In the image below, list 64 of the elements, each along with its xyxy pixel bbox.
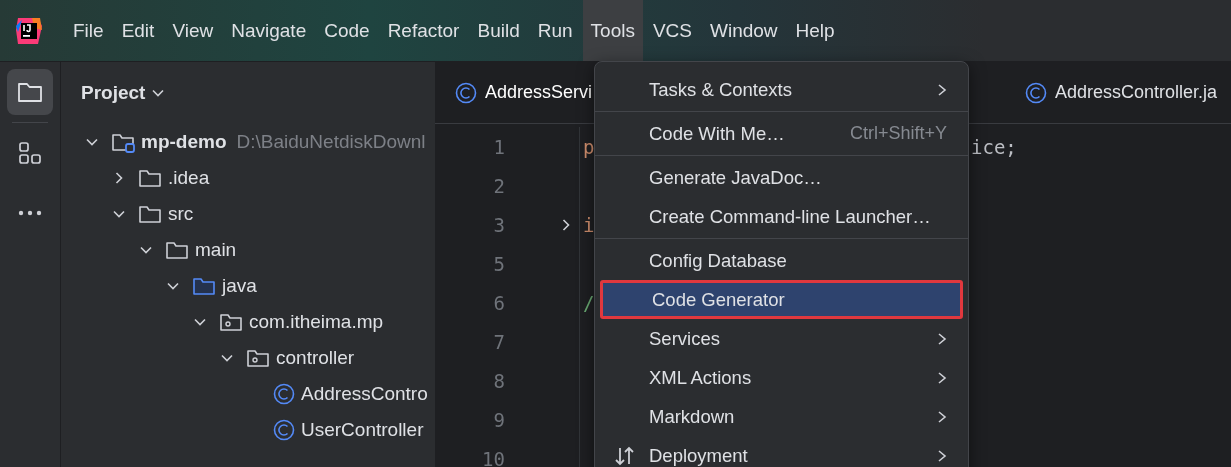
tree-item-label[interactable]: .idea xyxy=(168,167,210,189)
structure-icon[interactable] xyxy=(18,141,42,165)
menu-title[interactable]: File xyxy=(65,0,112,61)
tree-item-label[interactable]: java xyxy=(222,275,257,297)
menu-title[interactable]: Window xyxy=(702,0,786,61)
line-number: 3 xyxy=(493,213,505,236)
folder-icon xyxy=(138,203,162,225)
menu-title[interactable]: Code xyxy=(316,0,378,61)
menu-item[interactable]: XML Actions xyxy=(600,358,963,397)
tree-item-label[interactable]: src xyxy=(168,203,194,225)
tree-item-label[interactable]: controller xyxy=(276,347,355,369)
line-number: 2 xyxy=(493,174,505,197)
line-number: 9 xyxy=(493,408,505,431)
menu-item[interactable]: Tasks & Contexts xyxy=(600,70,963,109)
menu-item[interactable]: Code With Me… Ctrl+Shift+Y xyxy=(600,114,963,153)
menu-title[interactable]: Help xyxy=(787,0,843,61)
folder-icon xyxy=(192,275,216,297)
menu-title[interactable]: Navigate xyxy=(223,0,315,61)
tree-item-label[interactable]: mp-demo xyxy=(141,131,227,153)
menu-title[interactable]: Tools xyxy=(582,0,643,61)
more-icon[interactable] xyxy=(18,210,42,216)
tree-item-label[interactable]: AddressContro xyxy=(301,383,428,405)
folder-icon xyxy=(138,167,162,189)
folder-icon xyxy=(165,239,189,261)
editor-tab[interactable]: AddressServi xyxy=(485,82,593,103)
module-icon xyxy=(111,131,135,153)
code-text: / xyxy=(582,291,595,314)
tree-item-label[interactable]: main xyxy=(195,239,237,261)
menu-title[interactable]: View xyxy=(164,0,222,61)
deploy-arrows-icon xyxy=(614,444,636,467)
package-icon xyxy=(219,311,243,333)
package-icon xyxy=(246,347,270,369)
line-number: 5 xyxy=(493,252,505,275)
code-text: p xyxy=(582,135,595,158)
line-number: 1 xyxy=(493,135,505,158)
menu-item[interactable]: Markdown xyxy=(600,397,963,436)
line-number: 10 xyxy=(482,447,505,467)
line-number: 7 xyxy=(493,330,505,353)
menu-title[interactable]: Build xyxy=(469,0,528,61)
menu-title[interactable]: Edit xyxy=(113,0,163,61)
menu-title[interactable]: Run xyxy=(529,0,581,61)
menu-item[interactable]: Code Generator xyxy=(600,280,963,319)
class-icon xyxy=(273,383,295,405)
line-number: 6 xyxy=(493,291,505,314)
class-icon xyxy=(273,419,295,441)
menu-item[interactable]: Generate JavaDoc… xyxy=(600,158,963,197)
tree-item-label[interactable]: com.itheima.mp xyxy=(249,311,384,333)
menu-title[interactable]: VCS xyxy=(644,0,700,61)
line-number: 8 xyxy=(493,369,505,392)
menu-item[interactable]: Services xyxy=(600,319,963,358)
menu-item[interactable]: Config Database xyxy=(600,241,963,280)
app-logo[interactable] xyxy=(14,15,44,46)
menu-title[interactable]: Refactor xyxy=(379,0,468,61)
menu-item[interactable]: Create Command-line Launcher… xyxy=(600,197,963,236)
tree-item-label[interactable]: UserController xyxy=(301,419,424,441)
folder-icon[interactable] xyxy=(17,80,43,104)
menu-item[interactable]: Deployment xyxy=(600,436,963,467)
class-icon xyxy=(455,81,477,104)
class-icon xyxy=(1025,81,1047,104)
code-text: i xyxy=(582,213,595,236)
panel-title[interactable]: Project xyxy=(81,82,146,104)
code-text: ice; xyxy=(971,135,1017,158)
editor-tab[interactable]: AddressController.ja xyxy=(1055,82,1218,103)
project-path: D:\BaiduNetdiskDownl xyxy=(236,131,426,153)
